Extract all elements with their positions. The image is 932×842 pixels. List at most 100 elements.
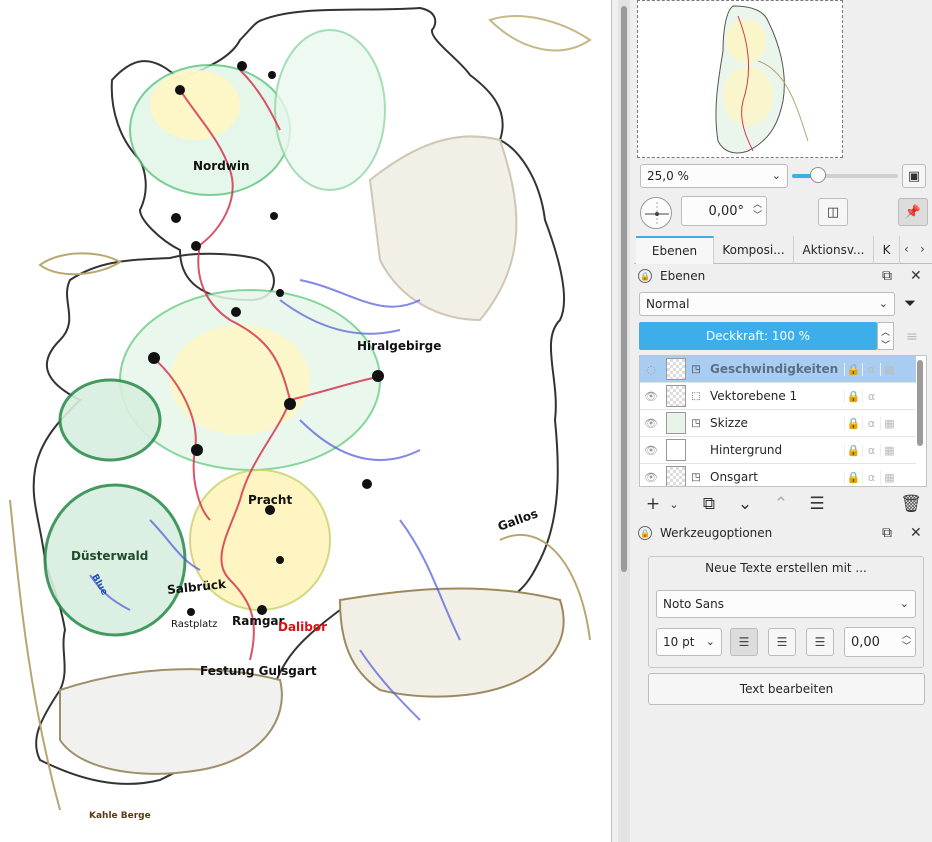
- map-label-pracht: Pracht: [248, 493, 293, 507]
- duplicate-layer-button[interactable]: ⧉: [696, 492, 722, 516]
- tab-more[interactable]: K: [874, 236, 900, 264]
- zoom-slider-handle[interactable]: [810, 167, 826, 183]
- fit-view-button[interactable]: ▣: [902, 164, 926, 188]
- inherit-alpha-icon[interactable]: ▦: [880, 443, 898, 457]
- scrollbar-thumb[interactable]: [621, 6, 627, 572]
- alpha-lock-icon[interactable]: α: [862, 470, 880, 484]
- spin-down-icon[interactable]: ﹀: [753, 212, 762, 221]
- create-text-caption: Neue Texte erstellen mit ...: [705, 561, 867, 575]
- layer-name: Hintergrund: [710, 443, 783, 457]
- inherit-alpha-icon[interactable]: ▦: [880, 416, 898, 430]
- chevron-left-icon[interactable]: ‹: [904, 242, 909, 256]
- layer-thumbnail: [666, 358, 686, 380]
- align-right-button[interactable]: ☰: [806, 628, 834, 656]
- chevron-right-icon[interactable]: ›: [920, 242, 925, 256]
- chevron-down-icon: ⌄: [771, 169, 781, 182]
- add-layer-button[interactable]: +: [640, 492, 666, 516]
- tab-compositions[interactable]: Komposi...: [714, 236, 794, 264]
- layer-thumbnail: [666, 385, 686, 407]
- overview-preview: [715, 5, 809, 154]
- blend-mode-select[interactable]: Normal ⌄: [639, 292, 895, 316]
- layer-properties-button[interactable]: ☰: [804, 492, 830, 516]
- rotation-dial[interactable]: [640, 197, 672, 229]
- edit-text-button[interactable]: Text bearbeiten: [648, 673, 925, 705]
- rotation-dial-icon: [645, 202, 669, 226]
- map-label-hiralgebirge: Hiralgebirge: [357, 339, 442, 353]
- mirror-view-button[interactable]: ◫: [818, 198, 848, 226]
- lock-icon[interactable]: 🔒: [638, 526, 652, 540]
- tab-layers[interactable]: Ebenen: [636, 236, 714, 264]
- font-value: Noto Sans: [663, 597, 725, 611]
- filter-icon[interactable]: ⏷: [904, 294, 916, 312]
- tool-options-title: Werkzeugoptionen: [660, 526, 773, 540]
- chevron-down-icon: ⌄: [878, 297, 888, 310]
- layer-row[interactable]: 👁 ⬚ Vektorebene 1 🔒 α: [640, 383, 916, 410]
- font-size-select[interactable]: 10 pt ⌄: [656, 628, 722, 656]
- float-icon[interactable]: ⧉: [882, 268, 892, 284]
- layer-list[interactable]: ◌ ◳ Geschwindigkeiten 🔒 α ▦ 👁 ⬚ Vektoreb…: [639, 355, 927, 487]
- lock-icon[interactable]: 🔒: [844, 389, 862, 403]
- spin-down-icon[interactable]: ﹀: [902, 643, 911, 652]
- lock-icon[interactable]: 🔒: [638, 269, 652, 283]
- eye-icon[interactable]: 👁: [640, 390, 662, 403]
- layer-name: Onsgart: [710, 470, 758, 484]
- spin-up-icon[interactable]: ︿: [753, 201, 762, 210]
- layer-row[interactable]: ◌ ◳ Geschwindigkeiten 🔒 α ▦: [640, 356, 916, 383]
- opacity-slider[interactable]: Deckkraft: 100 %: [639, 322, 877, 350]
- pin-button[interactable]: 📌: [898, 198, 928, 226]
- layers-docker-titlebar: 🔒 Ebenen ⧉ ✕: [638, 266, 928, 286]
- alpha-lock-icon[interactable]: α: [862, 443, 880, 457]
- menu-icon[interactable]: ≡: [906, 329, 918, 345]
- canvas-vertical-scrollbar[interactable]: [618, 0, 630, 842]
- eye-icon[interactable]: 👁: [640, 417, 662, 430]
- layer-row[interactable]: 👁 Hintergrund 🔒 α ▦: [640, 437, 916, 464]
- docker-tab-bar: Ebenen Komposi... Aktionsv... K ‹ ›: [634, 236, 932, 264]
- close-icon[interactable]: ✕: [910, 268, 922, 284]
- zoom-combo[interactable]: 25,0 % ⌄: [640, 164, 788, 188]
- zoom-slider[interactable]: [792, 167, 898, 183]
- chevron-down-icon[interactable]: ⌄: [666, 492, 682, 516]
- move-down-button[interactable]: ⌄: [732, 492, 758, 516]
- font-size-value: 10 pt: [663, 635, 695, 649]
- canvas[interactable]: Nordwin Hiralgebirge Pracht Gallos Düste…: [0, 0, 612, 842]
- close-icon[interactable]: ✕: [910, 525, 922, 541]
- layer-row[interactable]: 👁 ◳ Onsgart 🔒 α ▦: [640, 464, 916, 486]
- inherit-alpha-icon[interactable]: ▦: [880, 362, 898, 376]
- lock-icon[interactable]: 🔒: [844, 416, 862, 430]
- align-right-icon: ☰: [814, 635, 826, 649]
- alpha-lock-icon[interactable]: α: [862, 389, 880, 403]
- rotation-input[interactable]: 0,00° ︿ ﹀: [681, 196, 767, 226]
- layer-row[interactable]: 👁 ◳ Skizze 🔒 α ▦: [640, 410, 916, 437]
- align-center-icon: ☰: [776, 635, 788, 649]
- letter-spacing-input[interactable]: 0,00 ︿ ﹀: [844, 627, 916, 657]
- float-icon[interactable]: ⧉: [882, 525, 892, 541]
- overview-thumbnail[interactable]: [637, 0, 843, 158]
- delete-layer-button[interactable]: 🗑: [898, 492, 924, 516]
- tab-actions[interactable]: Aktionsv...: [794, 236, 874, 264]
- lock-icon[interactable]: 🔒: [844, 362, 862, 376]
- map-label-ramgar: Ramgar: [232, 614, 285, 628]
- opacity-spinner[interactable]: ︿ ﹀: [877, 322, 894, 351]
- spin-down-icon[interactable]: ﹀: [881, 338, 890, 351]
- align-center-button[interactable]: ☰: [768, 628, 796, 656]
- paint-layer-icon: ◳: [691, 471, 701, 483]
- layer-list-scrollbar[interactable]: [917, 360, 923, 446]
- eye-icon[interactable]: 👁: [640, 471, 662, 484]
- eye-icon[interactable]: ◌: [640, 363, 662, 376]
- move-up-button[interactable]: ⌃: [768, 492, 794, 516]
- layer-name: Skizze: [710, 416, 748, 430]
- spin-up-icon[interactable]: ︿: [881, 325, 890, 338]
- alpha-lock-icon[interactable]: α: [862, 362, 880, 376]
- lock-icon[interactable]: 🔒: [844, 443, 862, 457]
- chevron-down-icon: ⌄: [705, 635, 715, 648]
- eye-icon[interactable]: 👁: [640, 444, 662, 457]
- map-label-kahle-berge: Kahle Berge: [89, 811, 151, 821]
- inherit-alpha-icon[interactable]: ▦: [880, 470, 898, 484]
- layer-toolbar: + ⌄ ⧉ ⌄ ⌃ ☰ 🗑: [634, 490, 932, 518]
- align-left-button[interactable]: ☰: [730, 628, 758, 656]
- alpha-lock-icon[interactable]: α: [862, 416, 880, 430]
- spin-up-icon[interactable]: ︿: [902, 632, 911, 641]
- map-drawing: [9, 6, 592, 811]
- font-select[interactable]: Noto Sans ⌄: [656, 590, 916, 618]
- lock-icon[interactable]: 🔒: [844, 470, 862, 484]
